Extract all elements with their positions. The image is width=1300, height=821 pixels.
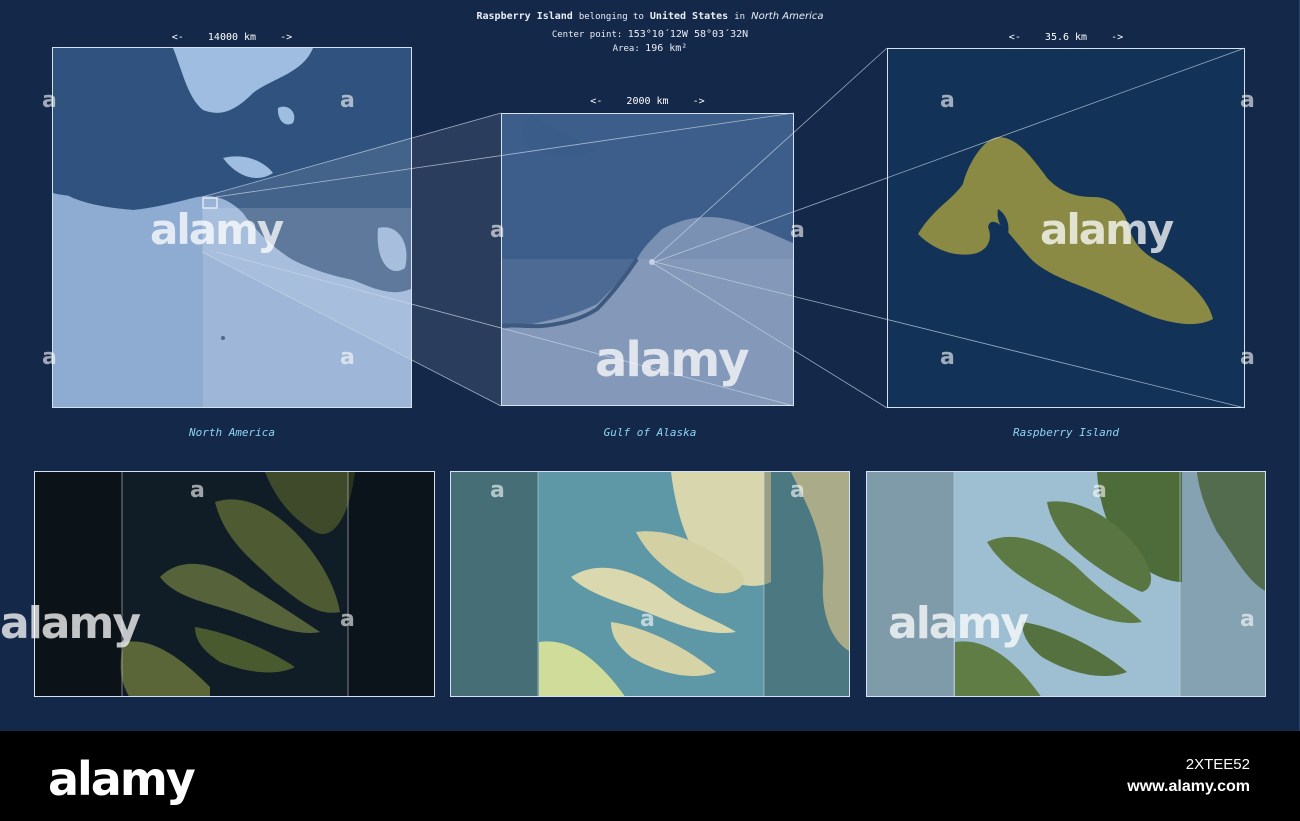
watermark-letter-4: a — [340, 345, 355, 370]
image-id: 2XTEE52 — [1185, 756, 1250, 773]
center-value: 153°10´12W 58°03´32N — [627, 29, 749, 40]
watermark-letter-9: a — [940, 345, 955, 370]
island-name: Raspberry Island — [476, 11, 573, 22]
title-line: Raspberry Island belonging to United Sta… — [0, 11, 1300, 22]
caption-raspberry-island: Raspberry Island — [1013, 426, 1119, 439]
caption-north-america: North America — [188, 426, 276, 439]
watermark-5: alamy — [888, 598, 1029, 649]
watermark-letter-10: a — [1240, 345, 1255, 370]
map-canvas: Raspberry Island belonging to United Sta… — [0, 0, 1300, 731]
belonging-text: belonging to — [578, 12, 644, 22]
satellite-terrain — [35, 472, 434, 696]
watermark-3: alamy — [1040, 205, 1174, 254]
footer-bar — [0, 731, 1300, 821]
watermark-letter-3: a — [42, 345, 57, 370]
watermark-letter-16: a — [640, 607, 655, 632]
watermark-1: alamy — [150, 205, 284, 254]
watermark-letter-12: a — [490, 478, 505, 503]
site-url: www.alamy.com — [1127, 778, 1250, 795]
continent-name: North America — [751, 11, 824, 22]
watermark-letter-13: a — [790, 478, 805, 503]
watermark-letter-2: a — [340, 88, 355, 113]
relief-terrain — [867, 472, 1265, 696]
relief-map-panel — [866, 471, 1266, 697]
watermark-4: alamy — [0, 598, 141, 649]
scale-gulf: <- 2000 km -> — [590, 96, 705, 107]
watermark-letter-15: a — [340, 607, 355, 632]
watermark-letter-7: a — [940, 88, 955, 113]
in-text: in — [734, 12, 746, 22]
alamy-logo: alamy — [48, 752, 196, 806]
area-value: 196 km² — [645, 43, 688, 54]
center-label: Center point: — [551, 30, 623, 40]
country-name: United States — [649, 11, 729, 22]
scale-north-america: <- 14000 km -> — [171, 32, 293, 43]
topographic-map-panel — [450, 471, 850, 697]
watermark-letter-14: a — [1092, 478, 1107, 503]
topographic-terrain — [451, 472, 849, 696]
watermark-letter-8: a — [1240, 88, 1255, 113]
area-label: Area: — [612, 44, 640, 54]
watermark-letter-17: a — [1240, 607, 1255, 632]
scale-island: <- 35.6 km -> — [1008, 32, 1124, 43]
caption-gulf-of-alaska: Gulf of Alaska — [603, 426, 697, 439]
watermark-letter-5: a — [490, 218, 505, 243]
satellite-map-panel — [34, 471, 435, 697]
watermark-letter-11: a — [190, 478, 205, 503]
watermark-letter-1: a — [42, 88, 57, 113]
watermark-2: alamy — [595, 332, 750, 388]
watermark-letter-6: a — [790, 218, 805, 243]
